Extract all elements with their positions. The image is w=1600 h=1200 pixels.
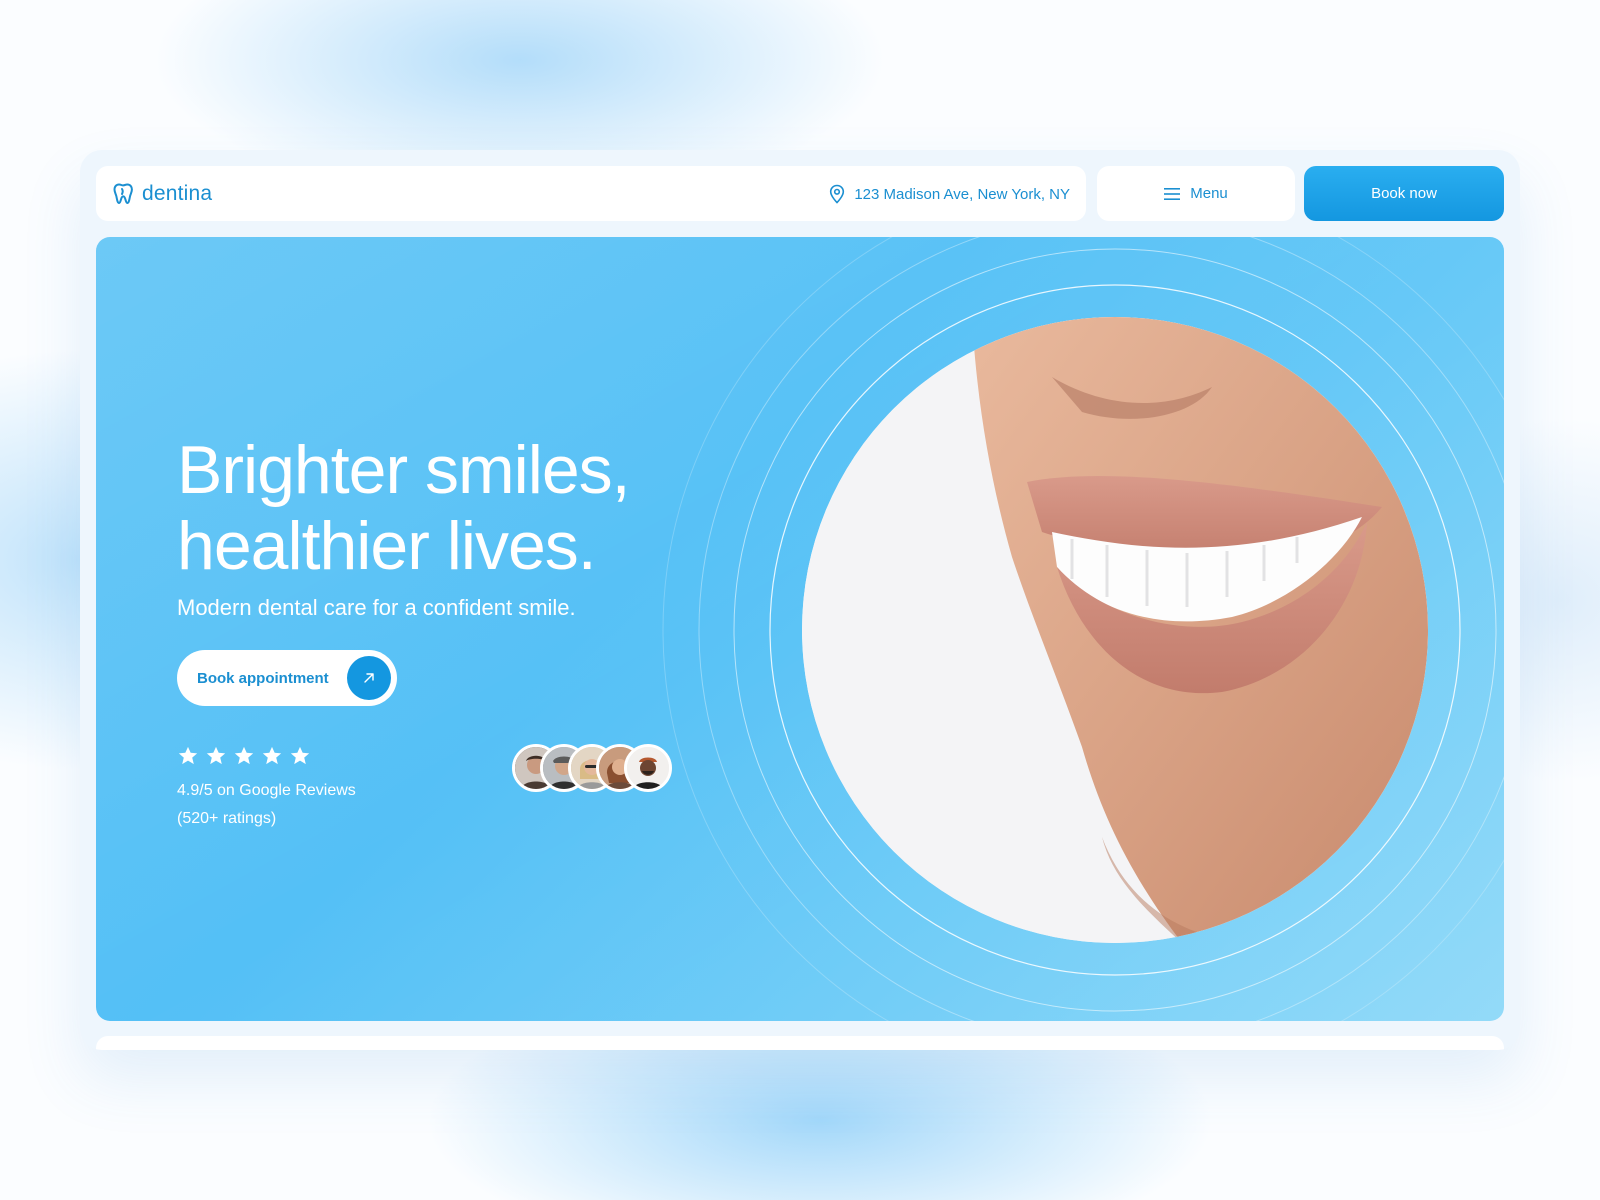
star-icon (206, 746, 226, 765)
rating-stars (177, 745, 311, 767)
arrow-up-right-icon (347, 656, 391, 700)
star-icon (262, 746, 282, 765)
hero-section: Brighter smiles, healthier lives. Modern… (96, 237, 1504, 1021)
rating-score: 4.9/5 on Google Reviews (177, 782, 356, 799)
star-icon (290, 746, 310, 765)
rating-text: 4.9/5 on Google Reviews (520+ ratings) (177, 777, 356, 833)
rating-count: (520+ ratings) (177, 810, 277, 827)
headline-line-2: healthier lives. (177, 508, 597, 584)
star-icon (234, 746, 254, 765)
next-section-preview (96, 1036, 1504, 1050)
address-text: 123 Madison Ave, New York, NY (854, 185, 1070, 203)
brand-logo[interactable]: dentina (112, 182, 212, 206)
smile-illustration (802, 317, 1428, 943)
book-appointment-label: Book appointment (197, 669, 329, 687)
book-now-button[interactable]: Book now (1304, 166, 1504, 221)
brand-name: dentina (142, 182, 213, 205)
star-icon (178, 746, 198, 765)
smile-photo (802, 317, 1428, 943)
location-pin-icon (830, 184, 845, 204)
hamburger-icon (1164, 187, 1181, 200)
book-appointment-button[interactable]: Book appointment (177, 650, 397, 706)
tooth-icon (113, 183, 133, 204)
menu-button[interactable]: Menu (1097, 166, 1295, 221)
hero-subheadline: Modern dental care for a confident smile… (177, 595, 576, 620)
menu-label: Menu (1190, 185, 1228, 202)
patient-avatars (512, 744, 682, 794)
book-now-label: Book now (1371, 185, 1437, 202)
avatar (624, 744, 672, 792)
top-nav-bar: dentina 123 Madison Ave, New York, NY (96, 166, 1086, 221)
hero-headline: Brighter smiles, healthier lives. (177, 432, 737, 584)
clinic-address: 123 Madison Ave, New York, NY (828, 184, 1070, 204)
headline-line-1: Brighter smiles, (177, 432, 631, 508)
browser-frame: dentina 123 Madison Ave, New York, NY Me… (80, 150, 1520, 1050)
